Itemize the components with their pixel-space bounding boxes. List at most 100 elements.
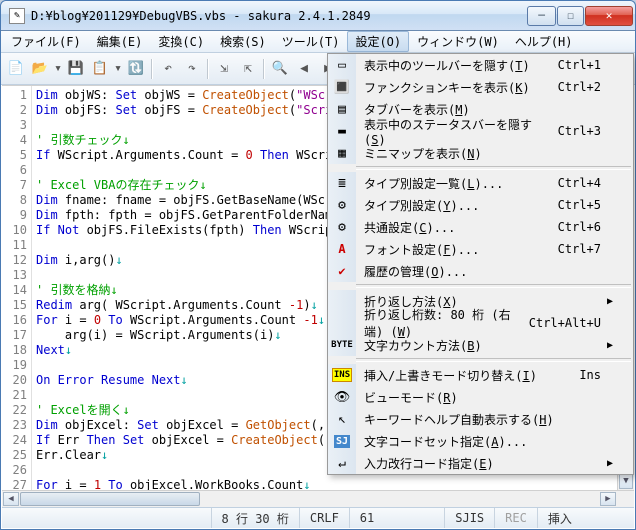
menu-accel: Ins [567, 368, 601, 382]
close-button[interactable]: ✕ [585, 6, 633, 26]
saveall-icon[interactable]: 📋 [89, 58, 111, 80]
menu-item[interactable]: ≣タイプ別設定一覧(L)...Ctrl+4 [328, 172, 633, 194]
menu-file[interactable]: ファイル(F) [3, 31, 89, 52]
scroll-right-icon[interactable]: ▶ [600, 492, 616, 506]
status-pos: 8 行 30 桁 [211, 508, 299, 528]
collapse-icon[interactable]: ⇱ [237, 58, 259, 80]
maximize-button[interactable]: ☐ [557, 6, 584, 26]
menu-item[interactable]: ▦ミニマップを表示(N) [328, 142, 633, 164]
status-ins: 挿入 [537, 508, 582, 528]
app-icon: ✎ [9, 8, 25, 24]
menu-edit[interactable]: 編集(E) [89, 31, 151, 52]
menu-accel: Ctrl+6 [546, 220, 601, 234]
settings-menu: ▭表示中のツールバーを隠す(T)Ctrl+1🔳ファンクションキーを表示(K)Ct… [327, 53, 634, 475]
status-rec: REC [494, 508, 537, 528]
menu-item[interactable]: ▭表示中のツールバーを隠す(T)Ctrl+1 [328, 54, 633, 76]
menu-accel: Ctrl+4 [546, 176, 601, 190]
line-gutter: 1234567891011121314151617181920212223242… [2, 86, 32, 507]
mini-icon: ▦ [328, 142, 356, 164]
menu-accel: Ctrl+1 [546, 58, 601, 72]
type-icon: ⚙ [328, 194, 356, 216]
window-title: D:¥blog¥201129¥DebugVBS.vbs - sakura 2.4… [31, 9, 527, 23]
menu-accel: Ctrl+Alt+U [517, 316, 601, 330]
submenu-arrow-icon: ▶ [601, 458, 613, 469]
dropdown-icon[interactable]: ▾ [113, 58, 123, 80]
menu-help[interactable]: ヘルプ(H) [507, 31, 581, 52]
statusbar: 8 行 30 桁 CRLF 61 SJIS REC 挿入 [2, 507, 634, 528]
list-icon: ≣ [328, 172, 356, 194]
menu-label: 表示中のステータスバーを隠す(S) [356, 116, 546, 147]
menu-accel: Ctrl+7 [546, 242, 601, 256]
menu-search[interactable]: 検索(S) [212, 31, 274, 52]
titlebar: ✎ D:¥blog¥201129¥DebugVBS.vbs - sakura 2… [1, 1, 635, 31]
new-icon[interactable]: 📄 [5, 58, 27, 80]
menu-item[interactable]: ⚙共通設定(C)...Ctrl+6 [328, 216, 633, 238]
menu-item[interactable]: ⚙タイプ別設定(Y)...Ctrl+5 [328, 194, 633, 216]
view-icon: 👁 [328, 386, 356, 408]
menu-item[interactable]: ✔履歴の管理(O)... [328, 260, 633, 282]
menu-item[interactable]: ▬表示中のステータスバーを隠す(S)Ctrl+3 [328, 120, 633, 142]
menu-item[interactable]: INS挿入/上書きモード切り替え(I)Ins [328, 364, 633, 386]
status-crlf: CRLF [299, 508, 349, 528]
fn-icon: 🔳 [328, 76, 356, 98]
save-icon[interactable]: 💾 [65, 58, 87, 80]
menu-accel: Ctrl+2 [546, 80, 601, 94]
menu-label: 文字カウント方法(B) [356, 337, 589, 354]
find-prev-icon[interactable]: ◀ [293, 58, 315, 80]
menu-label: タイプ別設定(Y)... [356, 197, 546, 214]
dropdown-icon[interactable]: ▾ [53, 58, 63, 80]
sj-icon: SJ [328, 430, 356, 452]
menu-item[interactable]: ↖キーワードヘルプ自動表示する(H) [328, 408, 633, 430]
byte-icon: BYTE [328, 334, 356, 356]
menu-label: 表示中のツールバーを隠す(T) [356, 57, 546, 74]
cursor-icon: ↖ [328, 408, 356, 430]
ins-icon: INS [328, 364, 356, 386]
menu-label: 文字コードセット指定(A)... [356, 433, 589, 450]
menu-label: 共通設定(C)... [356, 219, 546, 236]
menu-settings[interactable]: 設定(O) [347, 31, 409, 52]
menu-accel: Ctrl+3 [546, 124, 601, 138]
menu-accel: Ctrl+5 [546, 198, 601, 212]
menu-label: ミニマップを表示(N) [356, 145, 589, 162]
scroll-down-icon[interactable]: ▼ [619, 473, 633, 489]
toolbar-icon: ▭ [328, 54, 356, 76]
crlf-icon: ↵ [328, 452, 356, 474]
search-icon[interactable]: 🔍 [269, 58, 291, 80]
redo-icon[interactable]: ↷ [181, 58, 203, 80]
font-icon: A [328, 238, 356, 260]
open-icon[interactable]: 📂 [29, 58, 51, 80]
common-icon: ⚙ [328, 216, 356, 238]
menu-tool[interactable]: ツール(T) [274, 31, 348, 52]
expand-icon[interactable]: ⇲ [213, 58, 235, 80]
minimize-button[interactable]: ─ [527, 6, 556, 26]
scroll-left-icon[interactable]: ◀ [3, 492, 19, 506]
status-enc: SJIS [444, 508, 494, 528]
menu-item[interactable]: BYTE文字カウント方法(B)▶ [328, 334, 633, 356]
menu-item[interactable]: ↵入力改行コード指定(E) ▶ [328, 452, 633, 474]
menu-label: 入力改行コード指定(E) [356, 455, 589, 472]
menu-window[interactable]: ウィンドウ(W) [409, 31, 507, 52]
menubar: ファイル(F) 編集(E) 変換(C) 検索(S) ツール(T) 設定(O) ウ… [1, 31, 635, 53]
status-cp: 61 [349, 508, 384, 528]
blank-icon [328, 290, 356, 312]
blank-icon [328, 312, 356, 334]
reload-icon[interactable]: 🔃 [125, 58, 147, 80]
menu-item[interactable]: 折り返し桁数: 80 桁 (右端) (W)Ctrl+Alt+U [328, 312, 633, 334]
menu-label: ビューモード(R) [356, 389, 589, 406]
scroll-thumb[interactable] [20, 492, 200, 506]
menu-item[interactable]: Aフォント設定(F)...Ctrl+7 [328, 238, 633, 260]
menu-item[interactable]: SJ文字コードセット指定(A)... [328, 430, 633, 452]
menu-label: フォント設定(F)... [356, 241, 546, 258]
submenu-arrow-icon: ▶ [601, 296, 613, 307]
status-icon: ▬ [328, 120, 356, 142]
menu-label: 折り返し桁数: 80 桁 (右端) (W) [356, 306, 517, 340]
horizontal-scrollbar[interactable]: ◀ ▶ [2, 490, 634, 507]
menu-label: タイプ別設定一覧(L)... [356, 175, 546, 192]
menu-item[interactable]: 🔳ファンクションキーを表示(K)Ctrl+2 [328, 76, 633, 98]
menu-label: キーワードヘルプ自動表示する(H) [356, 411, 589, 428]
menu-convert[interactable]: 変換(C) [150, 31, 212, 52]
menu-item[interactable]: 👁ビューモード(R) [328, 386, 633, 408]
menu-label: 履歴の管理(O)... [356, 263, 589, 280]
undo-icon[interactable]: ↶ [157, 58, 179, 80]
tab-icon: ▤ [328, 98, 356, 120]
